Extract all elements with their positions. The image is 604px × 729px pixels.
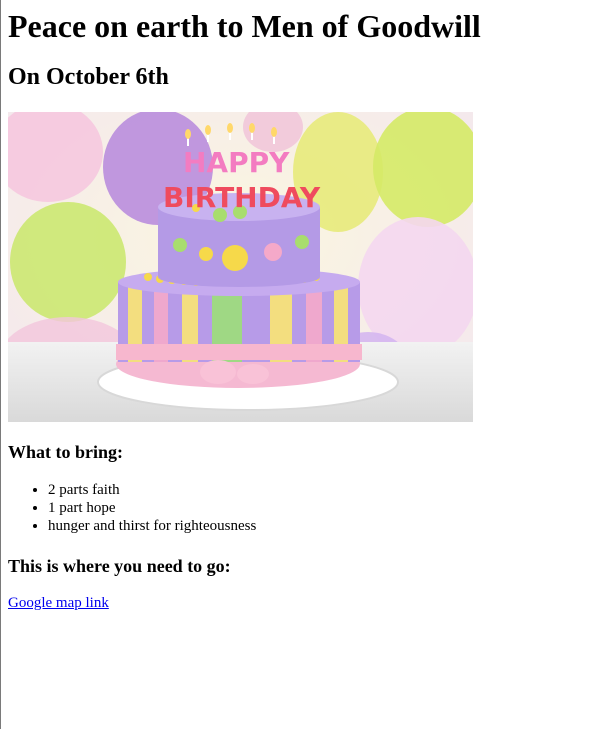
window-left-border	[0, 0, 1, 729]
bring-heading: What to bring:	[8, 442, 124, 462]
list-item: 2 parts faith	[48, 481, 256, 499]
birthday-cake-image: HAPPY BIRTHDAY	[8, 112, 473, 422]
topper-word-birthday: BIRTHDAY	[163, 181, 321, 214]
list-item: 1 part hope	[48, 499, 256, 517]
date-heading: On October 6th	[8, 64, 169, 90]
google-map-link[interactable]: Google map link	[8, 594, 109, 612]
list-item: hunger and thirst for righteousness	[48, 517, 256, 535]
page-title: Peace on earth to Men of Goodwill	[8, 8, 481, 44]
topper-word-happy: HAPPY	[183, 146, 290, 179]
bring-list: 2 parts faith 1 part hope hunger and thi…	[8, 481, 256, 535]
directions-heading: This is where you need to go:	[8, 556, 231, 576]
